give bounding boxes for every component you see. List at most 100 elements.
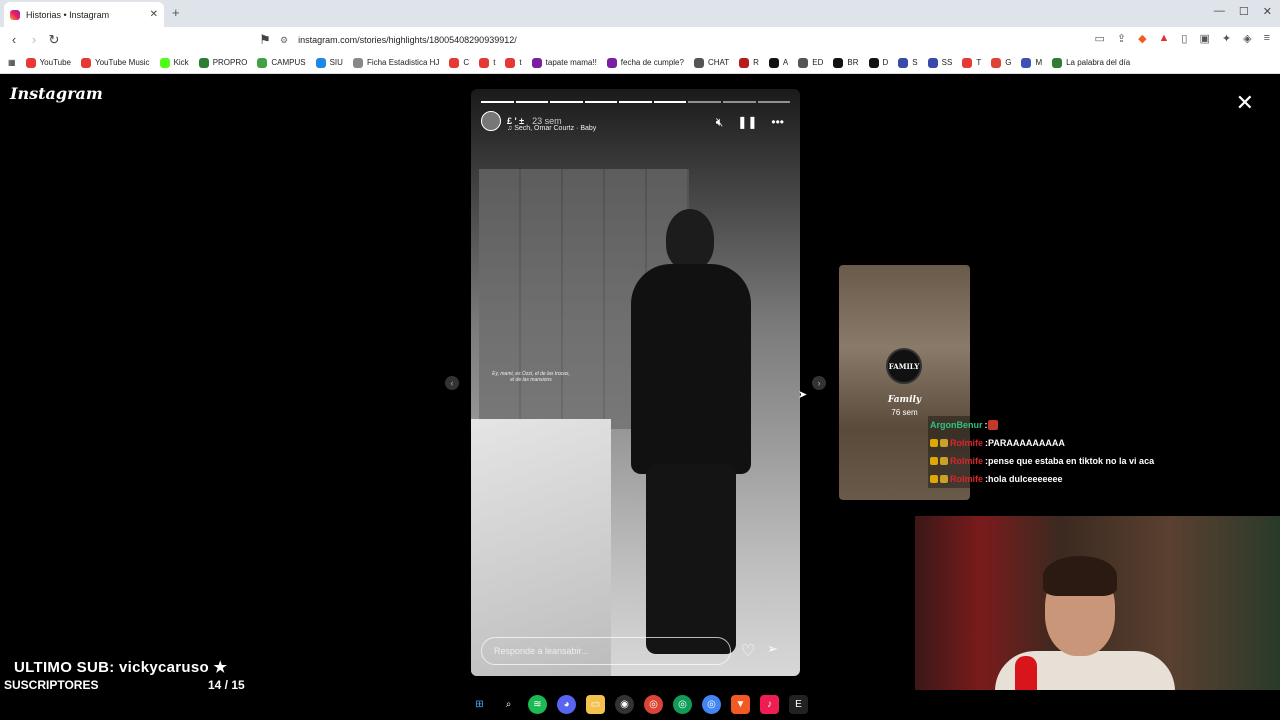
pause-icon[interactable]: ❚❚ bbox=[737, 115, 757, 130]
reply-input[interactable]: Responde a leansabir... bbox=[481, 637, 731, 665]
progress-segment bbox=[722, 101, 756, 103]
progress-segment bbox=[688, 101, 721, 103]
site-settings-icon[interactable]: ⚙ bbox=[280, 35, 288, 46]
bookmark-label: t bbox=[493, 58, 496, 67]
bookmark-item[interactable]: t bbox=[479, 57, 496, 68]
bookmark-label: M bbox=[1035, 58, 1043, 67]
send-icon[interactable]: ➢ bbox=[767, 641, 778, 657]
bookmark-label: C bbox=[463, 58, 470, 67]
preview-avatar-ring: FAMILY bbox=[886, 348, 922, 384]
gift-badge-icon bbox=[940, 475, 948, 483]
file-explorer-icon[interactable]: ▭ bbox=[586, 695, 605, 714]
bookmark-item[interactable]: La palabra del día bbox=[1052, 57, 1130, 68]
bookmark-item[interactable]: D bbox=[868, 57, 888, 68]
toolbar-right-icons: ▭ ⇪ ◆ ▲ ▯ ▣ ✦ ◈ ≡ bbox=[1094, 32, 1270, 45]
bookmark-item[interactable]: A bbox=[768, 57, 788, 68]
bookmark-item[interactable]: CHAT bbox=[693, 57, 730, 68]
bookmark-item[interactable]: SS bbox=[927, 57, 952, 68]
minimize-icon[interactable]: — bbox=[1214, 5, 1225, 18]
bookmark-label: YouTube Music bbox=[95, 58, 150, 67]
bookmark-item[interactable]: R bbox=[739, 57, 759, 68]
vpn-icon[interactable]: ◈ bbox=[1243, 32, 1251, 45]
bookmark-item[interactable]: YouTube Music bbox=[81, 57, 150, 68]
bookmark-item[interactable]: Kick bbox=[159, 57, 189, 68]
obs-icon[interactable]: ◉ bbox=[615, 695, 634, 714]
search-icon[interactable]: ⌕ bbox=[499, 695, 518, 714]
mouse-cursor-icon: ➤ bbox=[798, 389, 808, 401]
progress-segment bbox=[481, 101, 514, 103]
bookmark-item[interactable]: BR bbox=[833, 57, 859, 68]
browser-toolbar: ‹ › ↻ ⚑ ⚙ instagram.com/stories/highligh… bbox=[0, 27, 1280, 52]
heart-icon[interactable]: ♡ bbox=[741, 641, 755, 661]
menu-icon[interactable]: ≡ bbox=[1264, 32, 1270, 45]
close-window-icon[interactable]: ✕ bbox=[1263, 5, 1272, 18]
bookmark-item[interactable]: tapate mama!! bbox=[531, 57, 597, 68]
chrome-alt-icon[interactable]: ◎ bbox=[702, 695, 721, 714]
bookmark-item[interactable]: PROPRO bbox=[198, 57, 247, 68]
close-story-icon[interactable]: ✕ bbox=[1236, 90, 1254, 116]
instagram-favicon-icon bbox=[10, 9, 20, 20]
tiktok-icon[interactable]: ♪ bbox=[760, 695, 779, 714]
chrome-icon[interactable]: ◎ bbox=[644, 695, 663, 714]
bookmark-item[interactable]: SIU bbox=[315, 57, 343, 68]
discord-icon[interactable]: ◕ bbox=[557, 695, 576, 714]
chat-message: Rolmife : pense que estaba en tiktok no … bbox=[928, 452, 1280, 470]
chat-text: PARAAAAAAAAA bbox=[988, 438, 1065, 448]
reload-icon[interactable]: ↻ bbox=[44, 32, 64, 48]
chat-username[interactable]: ArgonBenur bbox=[930, 420, 983, 430]
bookmark-item[interactable]: YouTube bbox=[25, 57, 71, 68]
brave-shield-icon[interactable]: ◆ bbox=[1138, 32, 1146, 45]
rewards-icon[interactable]: ▲ bbox=[1159, 32, 1170, 45]
story-controls: 🔇︎ ❚❚ ••• bbox=[716, 115, 784, 130]
progress-segment bbox=[653, 101, 687, 103]
sidebar-icon[interactable]: ▯ bbox=[1181, 32, 1187, 45]
bookmark-favicon-icon bbox=[159, 57, 170, 68]
prev-story-icon[interactable]: ‹ bbox=[445, 376, 459, 390]
spotify-icon[interactable]: ≋ bbox=[528, 695, 547, 714]
story-avatar[interactable] bbox=[481, 111, 501, 131]
bookmark-item[interactable]: ED bbox=[798, 57, 824, 68]
story-song[interactable]: ♫ Sech, Omar Courtz · Baby bbox=[507, 125, 596, 132]
new-tab-button[interactable]: + bbox=[172, 5, 180, 20]
tab-instagram[interactable]: Historias • Instagram ✕ bbox=[4, 2, 164, 27]
forward-icon[interactable]: › bbox=[24, 32, 44, 47]
bookmark-page-icon[interactable]: ⚑ bbox=[255, 32, 275, 48]
epic-games-icon[interactable]: E bbox=[789, 695, 808, 714]
chrome-profile-icon[interactable]: ◎ bbox=[673, 695, 692, 714]
bookmark-item[interactable]: Ficha Estadistica HJ bbox=[352, 57, 439, 68]
close-tab-icon[interactable]: ✕ bbox=[150, 9, 158, 20]
bookmark-label: ED bbox=[812, 58, 824, 67]
apps-icon[interactable]: ▦ bbox=[8, 58, 16, 67]
chat-username[interactable]: Rolmife bbox=[950, 474, 983, 484]
share-icon[interactable]: ⇪ bbox=[1117, 32, 1126, 45]
bookmark-favicon-icon bbox=[962, 57, 973, 68]
address-bar[interactable]: ⚙ instagram.com/stories/highlights/18005… bbox=[280, 30, 900, 50]
bookmark-item[interactable]: t bbox=[505, 57, 522, 68]
chat-username[interactable]: Rolmife bbox=[950, 456, 983, 466]
bookmark-favicon-icon bbox=[81, 57, 91, 68]
instagram-logo[interactable]: Instagram bbox=[10, 84, 103, 103]
next-story-icon[interactable]: › bbox=[812, 376, 826, 390]
back-icon[interactable]: ‹ bbox=[4, 32, 24, 47]
bookmark-item[interactable]: G bbox=[991, 57, 1011, 68]
chat-message: Rolmife : PARAAAAAAAAA bbox=[928, 434, 1280, 452]
brave-icon[interactable]: ▼ bbox=[731, 695, 750, 714]
bookmark-label: CHAT bbox=[707, 58, 730, 67]
bookmark-item[interactable]: CAMPUS bbox=[257, 57, 306, 68]
more-options-icon[interactable]: ••• bbox=[771, 115, 784, 130]
bookmark-item[interactable]: C bbox=[449, 57, 470, 68]
progress-segment bbox=[515, 101, 549, 103]
chat-username[interactable]: Rolmife bbox=[950, 438, 983, 448]
windows-start-icon[interactable]: ⊞ bbox=[470, 695, 489, 714]
wallet-icon[interactable]: ▣ bbox=[1199, 32, 1209, 45]
bookmark-item[interactable]: fecha de cumple? bbox=[606, 57, 684, 68]
maximize-icon[interactable]: ☐ bbox=[1239, 5, 1249, 18]
bookmark-item[interactable]: T bbox=[962, 57, 981, 68]
cast-icon[interactable]: ▭ bbox=[1094, 32, 1104, 45]
story-viewer[interactable]: £ ' ± 23 sem ♫ Sech, Omar Courtz · Baby … bbox=[471, 89, 800, 676]
bookmark-label: tapate mama!! bbox=[545, 58, 597, 67]
bookmark-item[interactable]: S bbox=[898, 57, 918, 68]
extensions-icon[interactable]: ✦ bbox=[1222, 32, 1231, 45]
mute-icon[interactable]: 🔇︎ bbox=[716, 115, 724, 130]
bookmark-item[interactable]: M bbox=[1021, 57, 1043, 68]
